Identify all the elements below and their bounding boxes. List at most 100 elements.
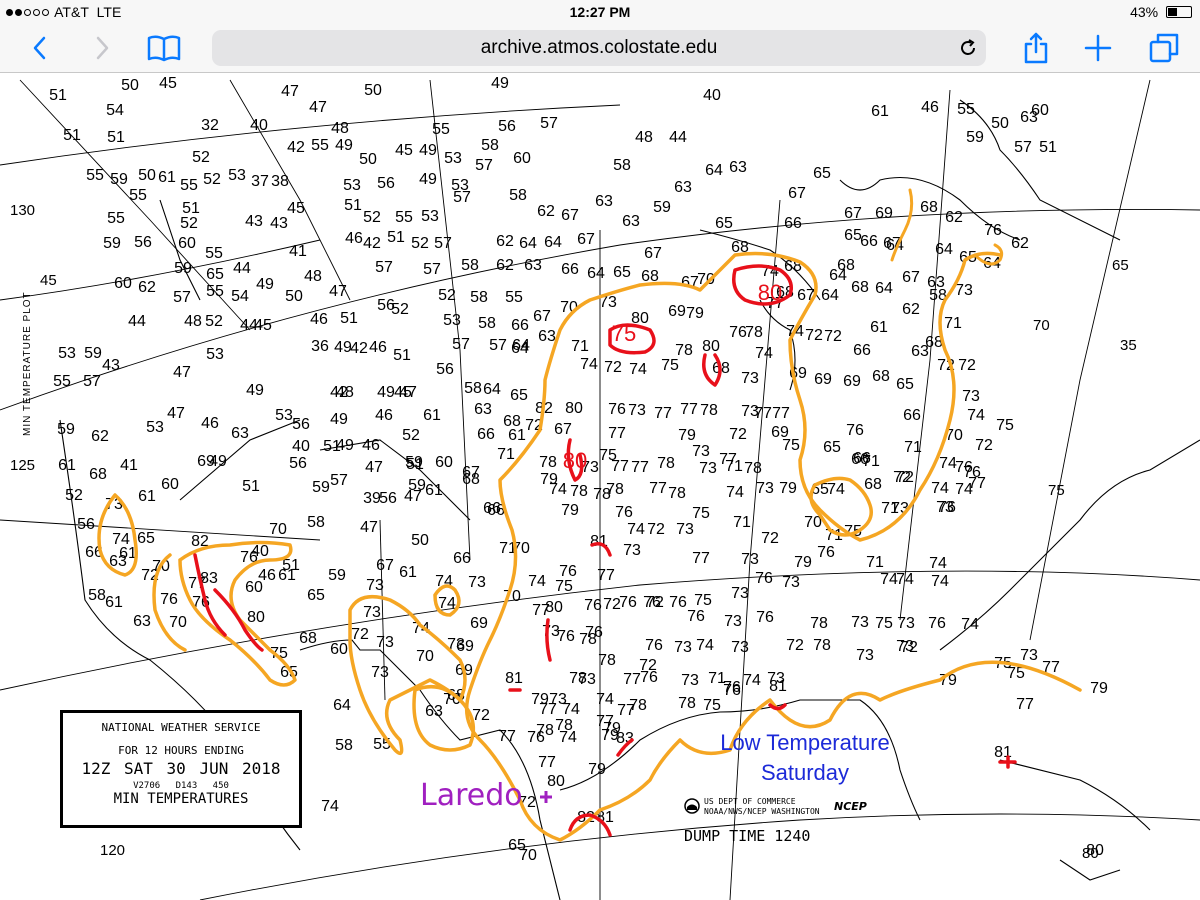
station-temp: 36 xyxy=(311,338,329,355)
low-temp-line2: Saturday xyxy=(760,760,850,785)
station-temp: 76 xyxy=(584,597,602,614)
station-temp: 47 xyxy=(167,405,185,422)
station-temp: 79 xyxy=(678,427,696,444)
station-temp: 79 xyxy=(1090,680,1108,697)
station-temp: 56 xyxy=(379,490,397,507)
station-temp: 72 xyxy=(900,639,918,656)
station-temp: 44 xyxy=(128,313,146,330)
station-temp: 69 xyxy=(668,303,686,320)
station-temp: 75 xyxy=(703,697,721,714)
station-temp: 70 xyxy=(269,521,287,538)
station-temp: 76 xyxy=(938,499,956,516)
station-temp: 74 xyxy=(961,616,979,633)
tabs-button[interactable] xyxy=(1146,30,1182,66)
address-bar[interactable]: archive.atmos.colostate.edu xyxy=(212,30,986,66)
station-temp: 65 xyxy=(813,165,831,182)
station-temp: 53 xyxy=(58,345,76,362)
station-temp: 49 xyxy=(330,411,348,428)
station-temp: 52 xyxy=(203,171,221,188)
station-temp: 73 xyxy=(741,370,759,387)
station-temp: 74 xyxy=(321,798,339,815)
station-temp: 75 xyxy=(555,578,573,595)
forward-button[interactable] xyxy=(84,30,120,66)
station-temp: 72 xyxy=(639,657,657,674)
station-temp: 47 xyxy=(329,283,347,300)
station-temp: 77 xyxy=(654,405,672,422)
station-temp: 73 xyxy=(549,691,567,708)
station-temp: 55 xyxy=(205,245,223,262)
station-temp: 45 xyxy=(395,142,413,159)
station-temp: 57 xyxy=(173,289,191,306)
station-temp: 77 xyxy=(498,728,516,745)
station-temp: 60 xyxy=(114,275,132,292)
station-temp: 42 xyxy=(287,139,305,156)
station-temp: 55 xyxy=(395,209,413,226)
back-button[interactable] xyxy=(22,30,58,66)
station-temp: 77 xyxy=(608,425,626,442)
station-temp: 62 xyxy=(496,257,514,274)
reload-icon[interactable] xyxy=(958,38,978,58)
station-temp: 78 xyxy=(744,460,762,477)
station-temp: 67 xyxy=(533,308,551,325)
station-temp: 80 xyxy=(565,400,583,417)
station-temp: 51 xyxy=(107,129,125,146)
station-temp: 63 xyxy=(231,425,249,442)
station-temp: 51 xyxy=(387,229,405,246)
station-temp: 79 xyxy=(588,761,606,778)
station-temp: 56 xyxy=(134,234,152,251)
station-temp: 57 xyxy=(452,336,470,353)
station-temp: 46 xyxy=(362,437,380,454)
station-temp: 76 xyxy=(687,608,705,625)
station-temp: 78 xyxy=(606,481,624,498)
station-temp: 76 xyxy=(615,504,633,521)
low-temp-annotation: Low Temperature Saturday xyxy=(700,728,910,788)
station-temp: 76 xyxy=(669,594,687,611)
station-temp: 63 xyxy=(133,613,151,630)
lat-label-65: 65 xyxy=(1112,257,1129,274)
station-temp: 49 xyxy=(256,276,274,293)
station-temp: 65 xyxy=(823,439,841,456)
station-temp: 53 xyxy=(421,208,439,225)
station-temp: 55 xyxy=(180,177,198,194)
legend-codes: V2706 D143 450 xyxy=(133,781,229,791)
credit-line1: US DEPT OF COMMERCE xyxy=(704,797,796,806)
station-temp: 73 xyxy=(897,615,915,632)
new-tab-button[interactable] xyxy=(1080,30,1116,66)
station-temp: 74 xyxy=(827,481,845,498)
back-icon xyxy=(33,36,46,60)
station-temp: 65 xyxy=(137,530,155,547)
station-temp: 74 xyxy=(743,672,761,689)
legend-valid-time: 12Z SAT 30 JUN 2018 xyxy=(81,759,281,778)
station-temp: 58 xyxy=(470,289,488,306)
laredo-cross-icon xyxy=(540,791,552,803)
station-temp: 78 xyxy=(555,717,573,734)
station-temp: 78 xyxy=(579,631,597,648)
station-temp: 80 xyxy=(702,338,720,355)
station-temp: 77 xyxy=(538,754,556,771)
station-temp: 48 xyxy=(184,313,202,330)
station-temp: 59 xyxy=(103,235,121,252)
station-temp: 60 xyxy=(178,235,196,252)
station-temp: 43 xyxy=(102,357,120,374)
station-temp: 73 xyxy=(955,282,973,299)
station-temp: 46 xyxy=(345,230,363,247)
station-temp: 40 xyxy=(250,117,268,134)
station-temp: 58 xyxy=(461,257,479,274)
station-temp: 76 xyxy=(756,609,774,626)
station-temp: 46 xyxy=(375,407,393,424)
legend-box: NATIONAL WEATHER SERVICE FOR 12 HOURS EN… xyxy=(60,710,302,828)
station-temp: 66 xyxy=(903,407,921,424)
lat-label-35: 35 xyxy=(1120,337,1137,354)
station-temp: 51 xyxy=(340,310,358,327)
station-temp: 64 xyxy=(483,381,501,398)
bookmarks-button[interactable] xyxy=(146,30,182,66)
station-temp: 62 xyxy=(537,203,555,220)
station-temp: 47 xyxy=(281,83,299,100)
station-temp: 78 xyxy=(678,695,696,712)
station-temp: 74 xyxy=(955,481,973,498)
share-button[interactable] xyxy=(1018,30,1054,66)
station-temp: 73 xyxy=(741,551,759,568)
station-temp: 49 xyxy=(419,142,437,159)
station-temp: 59 xyxy=(110,171,128,188)
station-temp: 74 xyxy=(596,691,614,708)
